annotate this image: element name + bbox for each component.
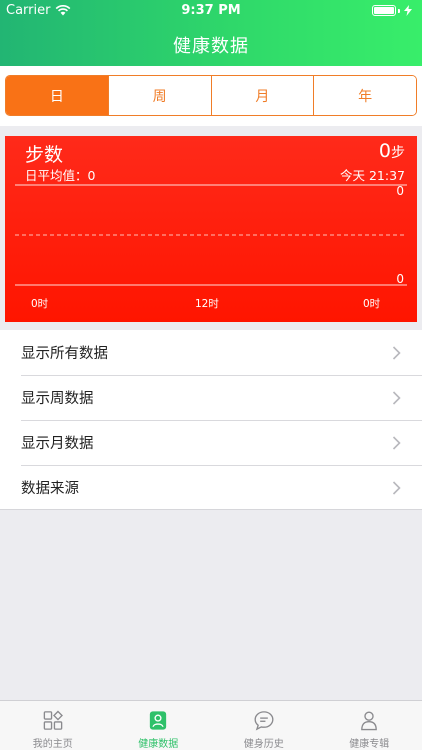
tab-label: 我的主页 [32,739,73,750]
chevron-right-icon [392,436,401,450]
battery-indicator [372,5,412,16]
y-tick-bottom: 0 [396,272,404,286]
grid-shapes-icon [43,710,63,730]
chat-bubble-icon [254,711,274,731]
segment-day[interactable]: 日 [6,76,108,115]
list-item-label: 数据来源 [21,481,79,497]
chevron-right-icon [392,391,401,405]
list-item-label: 显示周数据 [21,391,94,407]
tab-health-album[interactable]: 健康专辑 [317,701,422,750]
x-tick-start: 0时 [31,298,49,310]
tab-health-data[interactable]: 健康数据 [106,701,212,750]
page-title: 健康数据 [173,36,249,57]
list-item-week-data[interactable]: 显示周数据 [0,375,422,420]
segment-month[interactable]: 月 [210,76,314,115]
x-tick-end: 0时 [363,298,381,310]
metric-title: 步数 [25,144,64,166]
steps-total-unit: 步 [391,145,405,161]
bottom-tab-bar: 我的主页 健康数据 健身历史 健康专辑 [0,700,422,750]
list-item-data-source[interactable]: 数据来源 [0,465,422,510]
list-item-label: 显示所有数据 [21,346,108,362]
daily-average: 日平均值：0 [25,168,96,183]
segment-year[interactable]: 年 [313,76,416,115]
steps-chart-card: 步数 日平均值：0 0步 今天 21:37 0 0 0时 12时 0时 [5,136,417,322]
steps-total-value: 0 [378,140,391,162]
chart-date: 今天 21:37 [340,168,405,183]
tab-fitness-history[interactable]: 健身历史 [211,701,317,750]
list-item-all-data[interactable]: 显示所有数据 [0,330,422,375]
status-bar: Carrier 9:37 PM [0,0,422,22]
battery-icon [372,5,396,16]
person-outline-icon [361,711,378,731]
charging-bolt-icon [404,5,412,16]
list-item-month-data[interactable]: 显示月数据 [0,420,422,465]
data-options-list: 显示所有数据 显示周数据 显示月数据 数据来源 [0,330,422,510]
period-selector-area: 日 周 月 年 [0,66,422,126]
tab-label: 健康数据 [138,739,179,750]
chevron-right-icon [392,481,401,495]
person-card-icon [150,711,167,730]
steps-total: 0步 [379,140,405,162]
y-tick-top: 0 [396,184,404,198]
tab-my-home[interactable]: 我的主页 [0,701,106,750]
list-item-label: 显示月数据 [21,436,94,452]
status-time: 9:37 PM [181,3,241,18]
segment-week[interactable]: 周 [107,76,211,115]
steps-line-chart [15,184,407,286]
period-segmented-control: 日 周 月 年 [5,75,417,116]
navigation-header: Carrier 9:37 PM 健康数据 [0,0,422,66]
tab-label: 健康专辑 [349,739,390,750]
tab-label: 健身历史 [243,739,284,750]
x-tick-mid: 12时 [195,298,219,310]
chevron-right-icon [392,346,401,360]
